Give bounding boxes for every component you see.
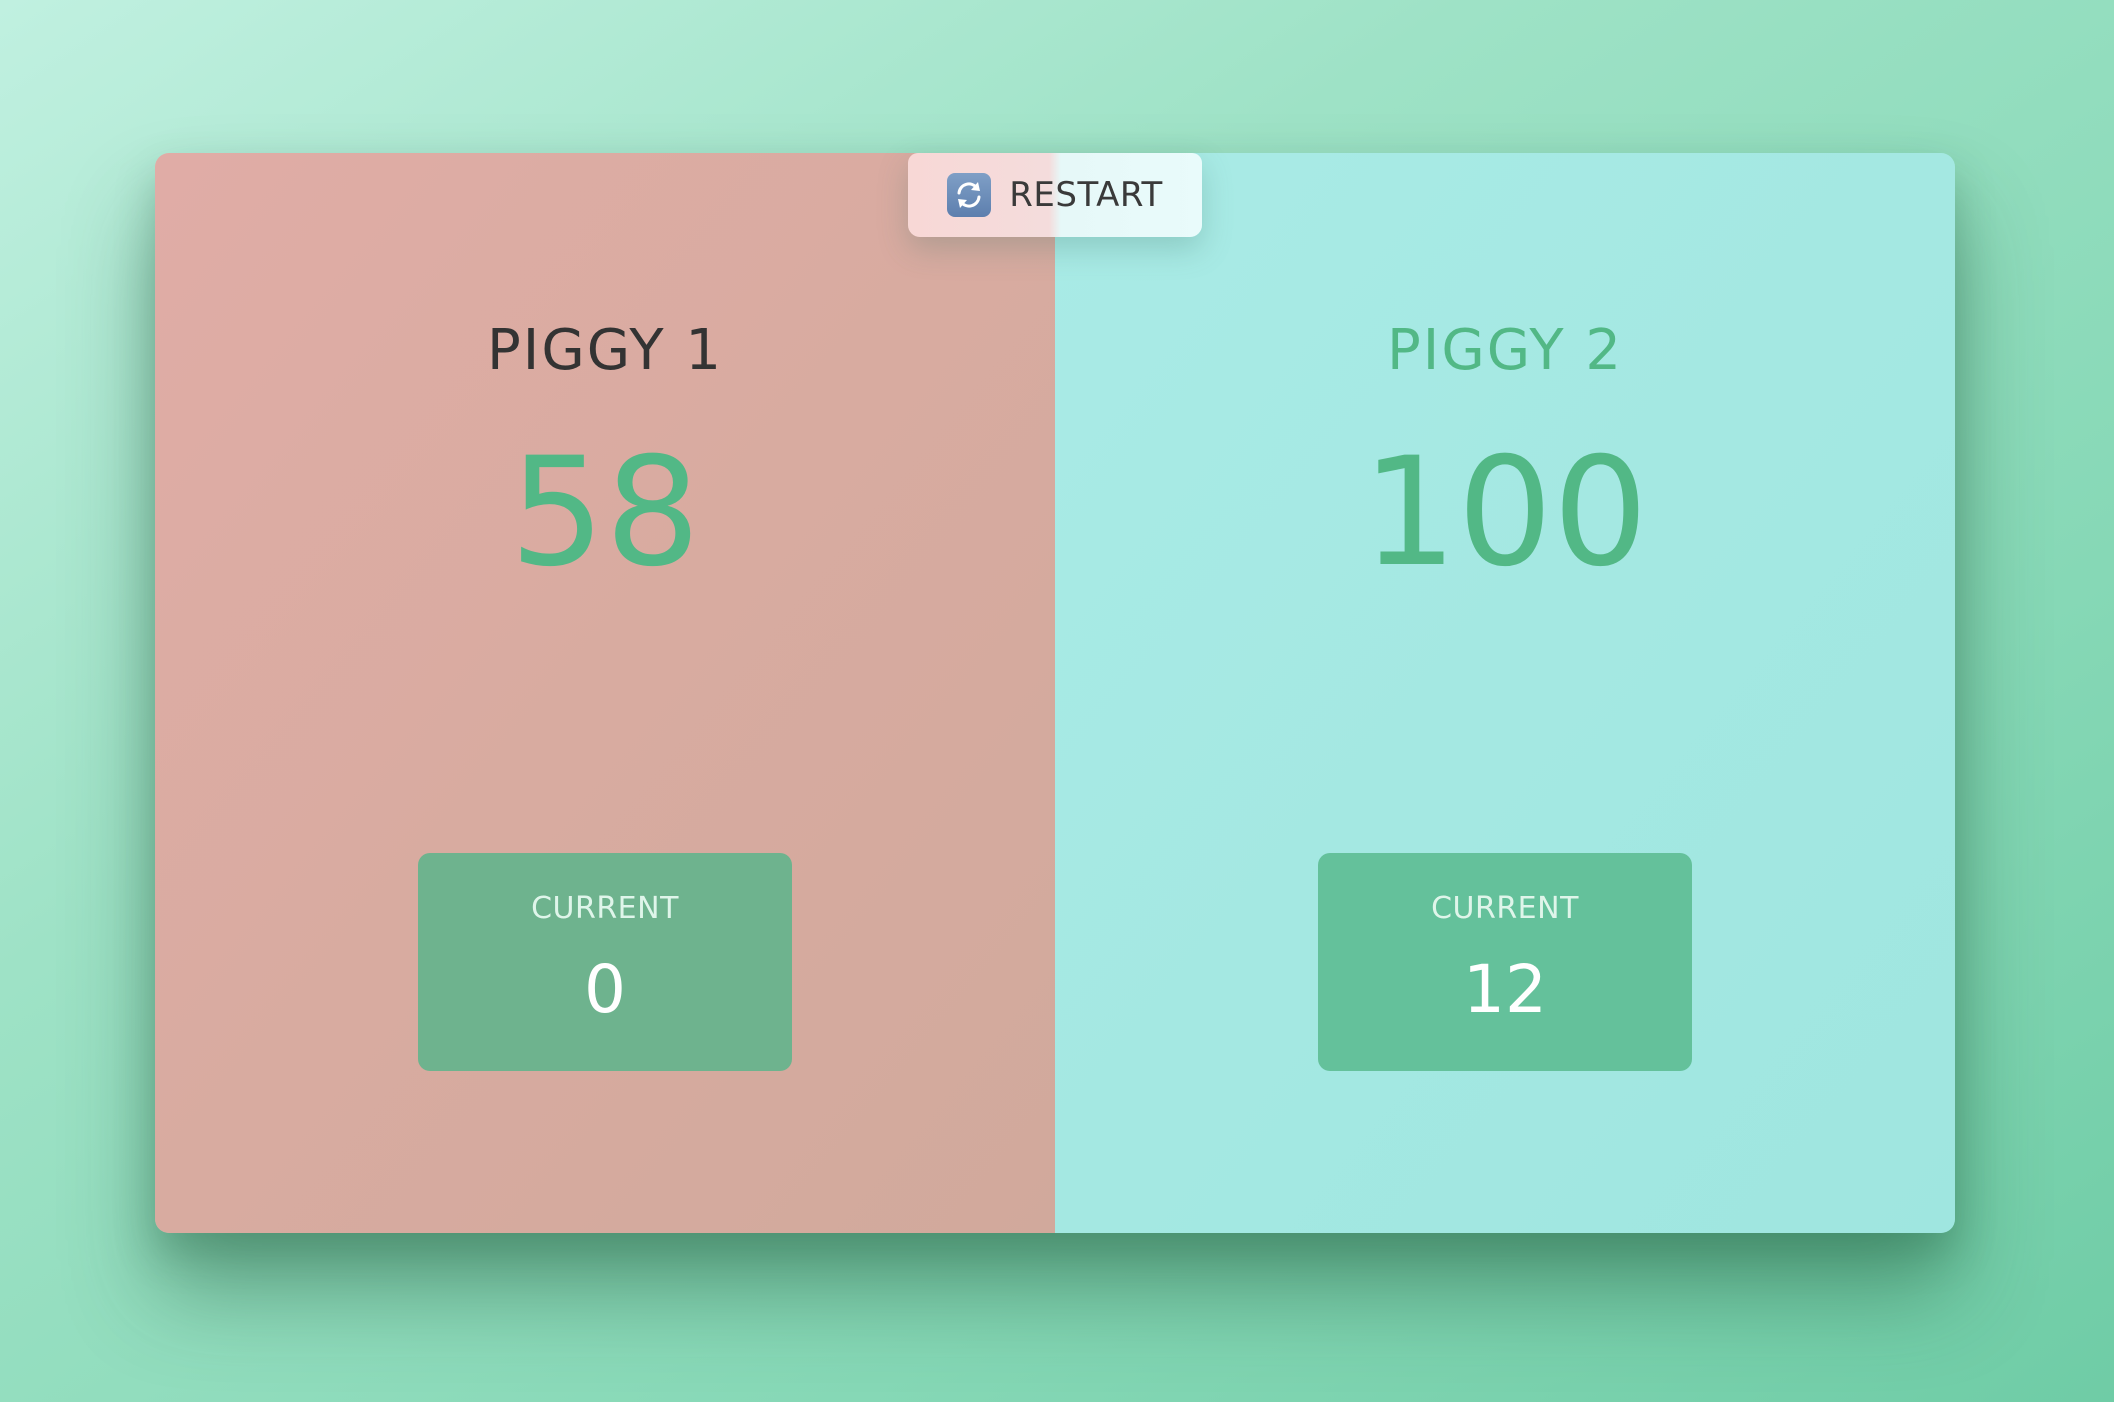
player-1-current-score: 0	[584, 951, 626, 1028]
player-1-total-score: 58	[509, 426, 701, 600]
player-1-current-label: CURRENT	[531, 891, 679, 926]
refresh-icon-graphic	[957, 182, 981, 208]
player-2-total-score: 100	[1361, 426, 1649, 600]
player-1-current-box: CURRENT 0	[418, 853, 792, 1071]
player-2-name: PIGGY 2	[1387, 318, 1623, 383]
player-2-current-box: CURRENT 12	[1318, 853, 1692, 1071]
restart-label: RESTART	[1009, 175, 1163, 215]
refresh-icon	[947, 173, 992, 217]
player-1-panel: PIGGY 1 58 CURRENT 0	[155, 153, 1055, 1233]
player-2-current-label: CURRENT	[1431, 891, 1579, 926]
player-2-current-score: 12	[1463, 951, 1547, 1028]
restart-button[interactable]: RESTART	[908, 153, 1202, 237]
player-2-panel: PIGGY 2 100 CURRENT 12	[1055, 153, 1955, 1233]
game-board: PIGGY 1 58 CURRENT 0 PIGGY 2 100 CURRENT…	[155, 153, 1955, 1233]
player-1-name: PIGGY 1	[487, 318, 723, 383]
